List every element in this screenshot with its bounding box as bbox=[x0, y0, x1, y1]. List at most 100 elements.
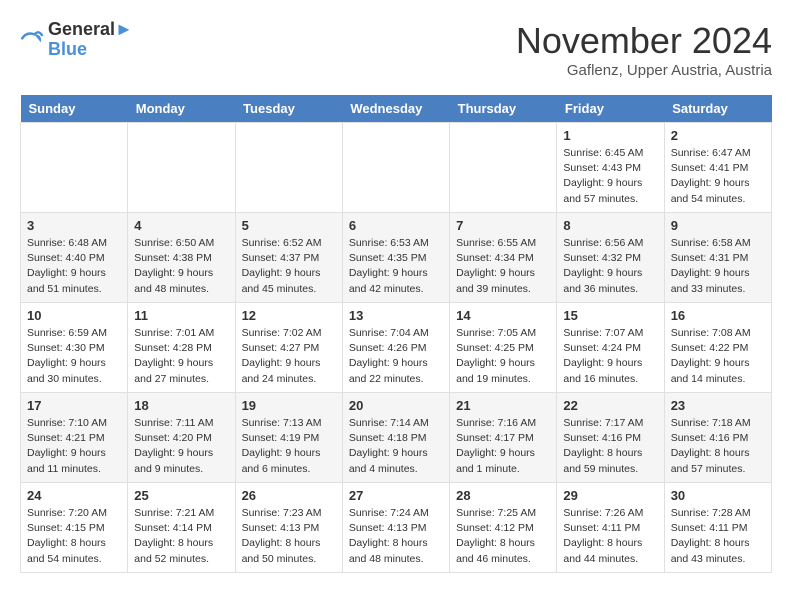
calendar-cell: 13Sunrise: 7:04 AM Sunset: 4:26 PM Dayli… bbox=[342, 303, 449, 393]
calendar-cell: 30 Sunrise: 7:28 AM Sunset: 4:11 PM Dayli… bbox=[664, 483, 771, 573]
day-info: Sunrise: 7:01 AM Sunset: 4:28 PM Dayligh… bbox=[134, 326, 228, 387]
day-number: 7 bbox=[456, 218, 550, 233]
calendar-cell: 4Sunrise: 6:50 AM Sunset: 4:38 PM Daylig… bbox=[128, 213, 235, 303]
day-number: 14 bbox=[456, 308, 550, 323]
day-number: 22 bbox=[563, 398, 657, 413]
day-number: 15 bbox=[563, 308, 657, 323]
day-info: Sunrise: 6:45 AM Sunset: 4:43 PM Dayligh… bbox=[563, 146, 657, 207]
title-block: November 2024 Gaflenz, Upper Austria, Au… bbox=[516, 20, 772, 79]
calendar-week-row: 1 Sunrise: 6:45 AM Sunset: 4:43 PM Daylig… bbox=[21, 123, 772, 213]
day-info: Sunrise: 6:56 AM Sunset: 4:32 PM Dayligh… bbox=[563, 236, 657, 297]
day-number: 4 bbox=[134, 218, 228, 233]
day-info: Sunrise: 6:59 AM Sunset: 4:30 PM Dayligh… bbox=[27, 326, 121, 387]
day-number: 23 bbox=[671, 398, 765, 413]
day-info: Sunrise: 7:18 AM Sunset: 4:16 PM Dayligh… bbox=[671, 416, 765, 477]
calendar-cell: 24 Sunrise: 7:20 AM Sunset: 4:15 PM Dayli… bbox=[21, 483, 128, 573]
day-number: 10 bbox=[27, 308, 121, 323]
calendar-cell: 17Sunrise: 7:10 AM Sunset: 4:21 PM Dayli… bbox=[21, 393, 128, 483]
day-number: 26 bbox=[242, 488, 336, 503]
weekday-header: Saturday bbox=[664, 95, 771, 123]
day-info: Sunrise: 7:13 AM Sunset: 4:19 PM Dayligh… bbox=[242, 416, 336, 477]
day-info: Sunrise: 6:48 AM Sunset: 4:40 PM Dayligh… bbox=[27, 236, 121, 297]
weekday-header: Friday bbox=[557, 95, 664, 123]
logo: General► Blue bbox=[20, 20, 133, 60]
weekday-header: Monday bbox=[128, 95, 235, 123]
day-number: 29 bbox=[563, 488, 657, 503]
weekday-header-row: SundayMondayTuesdayWednesdayThursdayFrid… bbox=[21, 95, 772, 123]
day-info: Sunrise: 7:14 AM Sunset: 4:18 PM Dayligh… bbox=[349, 416, 443, 477]
calendar-cell: 22 Sunrise: 7:17 AM Sunset: 4:16 PM Dayli… bbox=[557, 393, 664, 483]
weekday-header: Sunday bbox=[21, 95, 128, 123]
calendar-cell: 20 Sunrise: 7:14 AM Sunset: 4:18 PM Dayli… bbox=[342, 393, 449, 483]
day-info: Sunrise: 7:05 AM Sunset: 4:25 PM Dayligh… bbox=[456, 326, 550, 387]
calendar-week-row: 17Sunrise: 7:10 AM Sunset: 4:21 PM Dayli… bbox=[21, 393, 772, 483]
day-number: 19 bbox=[242, 398, 336, 413]
calendar-cell: 1 Sunrise: 6:45 AM Sunset: 4:43 PM Daylig… bbox=[557, 123, 664, 213]
calendar-cell: 9Sunrise: 6:58 AM Sunset: 4:31 PM Daylig… bbox=[664, 213, 771, 303]
calendar-cell: 7Sunrise: 6:55 AM Sunset: 4:34 PM Daylig… bbox=[450, 213, 557, 303]
day-info: Sunrise: 7:10 AM Sunset: 4:21 PM Dayligh… bbox=[27, 416, 121, 477]
logo-icon bbox=[20, 28, 44, 52]
calendar-cell: 26 Sunrise: 7:23 AM Sunset: 4:13 PM Dayli… bbox=[235, 483, 342, 573]
day-number: 18 bbox=[134, 398, 228, 413]
day-number: 30 bbox=[671, 488, 765, 503]
calendar-cell: 2Sunrise: 6:47 AM Sunset: 4:41 PM Daylig… bbox=[664, 123, 771, 213]
calendar-week-row: 10 Sunrise: 6:59 AM Sunset: 4:30 PM Dayli… bbox=[21, 303, 772, 393]
calendar-cell: 8 Sunrise: 6:56 AM Sunset: 4:32 PM Daylig… bbox=[557, 213, 664, 303]
day-info: Sunrise: 6:47 AM Sunset: 4:41 PM Dayligh… bbox=[671, 146, 765, 207]
day-number: 8 bbox=[563, 218, 657, 233]
page-header: General► Blue November 2024 Gaflenz, Upp… bbox=[20, 20, 772, 79]
day-number: 20 bbox=[349, 398, 443, 413]
calendar-cell: 23 Sunrise: 7:18 AM Sunset: 4:16 PM Dayli… bbox=[664, 393, 771, 483]
calendar-cell: 14 Sunrise: 7:05 AM Sunset: 4:25 PM Dayli… bbox=[450, 303, 557, 393]
day-info: Sunrise: 7:23 AM Sunset: 4:13 PM Dayligh… bbox=[242, 506, 336, 567]
calendar-cell: 5 Sunrise: 6:52 AM Sunset: 4:37 PM Daylig… bbox=[235, 213, 342, 303]
day-number: 24 bbox=[27, 488, 121, 503]
calendar-cell: 11 Sunrise: 7:01 AM Sunset: 4:28 PM Dayli… bbox=[128, 303, 235, 393]
calendar-cell: 21Sunrise: 7:16 AM Sunset: 4:17 PM Dayli… bbox=[450, 393, 557, 483]
day-number: 27 bbox=[349, 488, 443, 503]
day-info: Sunrise: 7:08 AM Sunset: 4:22 PM Dayligh… bbox=[671, 326, 765, 387]
calendar-cell: 16Sunrise: 7:08 AM Sunset: 4:22 PM Dayli… bbox=[664, 303, 771, 393]
day-number: 6 bbox=[349, 218, 443, 233]
calendar-cell: 19 Sunrise: 7:13 AM Sunset: 4:19 PM Dayli… bbox=[235, 393, 342, 483]
calendar-cell: 18 Sunrise: 7:11 AM Sunset: 4:20 PM Dayli… bbox=[128, 393, 235, 483]
day-info: Sunrise: 7:25 AM Sunset: 4:12 PM Dayligh… bbox=[456, 506, 550, 567]
day-info: Sunrise: 7:20 AM Sunset: 4:15 PM Dayligh… bbox=[27, 506, 121, 567]
logo-text: General► Blue bbox=[48, 20, 133, 60]
day-info: Sunrise: 7:17 AM Sunset: 4:16 PM Dayligh… bbox=[563, 416, 657, 477]
day-info: Sunrise: 7:02 AM Sunset: 4:27 PM Dayligh… bbox=[242, 326, 336, 387]
day-number: 13 bbox=[349, 308, 443, 323]
day-info: Sunrise: 7:28 AM Sunset: 4:11 PM Dayligh… bbox=[671, 506, 765, 567]
calendar-week-row: 3 Sunrise: 6:48 AM Sunset: 4:40 PM Daylig… bbox=[21, 213, 772, 303]
day-info: Sunrise: 7:26 AM Sunset: 4:11 PM Dayligh… bbox=[563, 506, 657, 567]
calendar-cell bbox=[342, 123, 449, 213]
calendar-cell: 28 Sunrise: 7:25 AM Sunset: 4:12 PM Dayli… bbox=[450, 483, 557, 573]
day-number: 21 bbox=[456, 398, 550, 413]
day-info: Sunrise: 7:11 AM Sunset: 4:20 PM Dayligh… bbox=[134, 416, 228, 477]
day-info: Sunrise: 7:24 AM Sunset: 4:13 PM Dayligh… bbox=[349, 506, 443, 567]
day-info: Sunrise: 7:21 AM Sunset: 4:14 PM Dayligh… bbox=[134, 506, 228, 567]
calendar-cell bbox=[235, 123, 342, 213]
day-number: 1 bbox=[563, 128, 657, 143]
day-number: 5 bbox=[242, 218, 336, 233]
day-info: Sunrise: 6:58 AM Sunset: 4:31 PM Dayligh… bbox=[671, 236, 765, 297]
calendar-cell bbox=[21, 123, 128, 213]
day-number: 25 bbox=[134, 488, 228, 503]
weekday-header: Tuesday bbox=[235, 95, 342, 123]
day-info: Sunrise: 6:52 AM Sunset: 4:37 PM Dayligh… bbox=[242, 236, 336, 297]
weekday-header: Wednesday bbox=[342, 95, 449, 123]
location: Gaflenz, Upper Austria, Austria bbox=[516, 62, 772, 79]
calendar-cell: 6Sunrise: 6:53 AM Sunset: 4:35 PM Daylig… bbox=[342, 213, 449, 303]
day-number: 3 bbox=[27, 218, 121, 233]
calendar-cell bbox=[128, 123, 235, 213]
day-info: Sunrise: 7:07 AM Sunset: 4:24 PM Dayligh… bbox=[563, 326, 657, 387]
calendar-week-row: 24 Sunrise: 7:20 AM Sunset: 4:15 PM Dayli… bbox=[21, 483, 772, 573]
weekday-header: Thursday bbox=[450, 95, 557, 123]
calendar-cell: 10 Sunrise: 6:59 AM Sunset: 4:30 PM Dayli… bbox=[21, 303, 128, 393]
day-number: 11 bbox=[134, 308, 228, 323]
calendar-cell: 15 Sunrise: 7:07 AM Sunset: 4:24 PM Dayli… bbox=[557, 303, 664, 393]
calendar-cell: 25 Sunrise: 7:21 AM Sunset: 4:14 PM Dayli… bbox=[128, 483, 235, 573]
calendar-table: SundayMondayTuesdayWednesdayThursdayFrid… bbox=[20, 95, 772, 573]
day-number: 28 bbox=[456, 488, 550, 503]
